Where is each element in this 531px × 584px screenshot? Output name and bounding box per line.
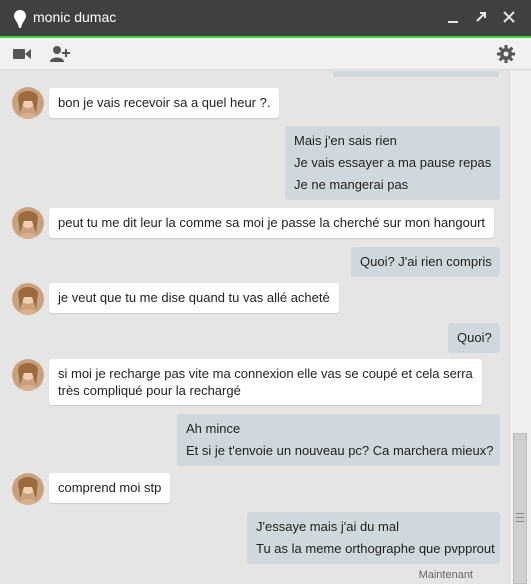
message-text: comprend moi stp	[58, 480, 162, 495]
minimize-icon[interactable]	[444, 8, 462, 26]
scrollbar[interactable]	[509, 71, 531, 584]
gear-icon[interactable]	[495, 44, 517, 64]
message-text: Quoi?	[457, 330, 492, 345]
message-text: Quoi? J'ai rien compris	[360, 254, 492, 269]
message-bubble: si moi je recharge pas vite ma connexion…	[49, 359, 482, 405]
message-bubble: je veut que tu me dise quand tu vas allé…	[49, 283, 339, 313]
avatar[interactable]	[12, 359, 44, 391]
message-text: Je vais essayer a ma pause repas	[294, 155, 492, 170]
message-text: Ah mince	[186, 421, 241, 436]
message-text: si moi je recharge pas vite ma connexion…	[58, 366, 473, 381]
message-timestamp: Maintenant	[418, 569, 473, 581]
message-text: bon je vais recevoir sa a quel heur ?.	[58, 95, 271, 110]
popout-icon[interactable]	[472, 8, 490, 26]
scrollbar-grip	[516, 513, 524, 514]
message-text: Tu as la meme orthographe que pvpprout	[256, 541, 495, 556]
scrollbar-thumb[interactable]	[513, 433, 527, 584]
avatar[interactable]	[12, 87, 44, 119]
message-text: peut tu me dit leur la comme sa moi je p…	[58, 215, 486, 230]
scrollbar-grip	[516, 517, 524, 518]
message-bubble: Mais j'en sais rien Je vais essayer a ma…	[285, 126, 500, 200]
message-text: très compliqué pour la rechargé	[58, 383, 241, 398]
avatar[interactable]	[12, 473, 44, 505]
title-bar: monic dumac	[0, 0, 531, 36]
window-title: monic dumac	[33, 9, 117, 25]
message-bubble: bon je vais recevoir sa a quel heur ?.	[49, 88, 280, 118]
chat-toolbar	[0, 38, 531, 70]
message-text: Et si je t'envoie un nouveau pc? Ca marc…	[186, 443, 494, 458]
close-icon[interactable]	[500, 8, 518, 26]
message-list[interactable]: bon je vais recevoir sa a quel heur ?. M…	[0, 71, 509, 584]
video-camera-icon[interactable]	[11, 44, 33, 64]
add-person-icon[interactable]	[49, 44, 71, 64]
message-bubble: Quoi? J'ai rien compris	[351, 247, 500, 277]
message-bubble: comprend moi stp	[49, 473, 171, 503]
message-text: Mais j'en sais rien	[294, 133, 397, 148]
message-text: je veut que tu me dise quand tu vas allé…	[58, 290, 330, 305]
message-bubble: J'essaye mais j'ai du mal Tu as la meme …	[247, 512, 500, 564]
scrollbar-grip	[516, 521, 524, 522]
avatar[interactable]	[12, 207, 44, 239]
message-bubble: peut tu me dit leur la comme sa moi je p…	[49, 208, 495, 238]
message-bubble: Quoi?	[448, 323, 500, 353]
message-bubble-partial	[333, 71, 499, 77]
message-bubble: Ah mince Et si je t'envoie un nouveau pc…	[177, 414, 500, 466]
message-text: J'essaye mais j'ai du mal	[256, 519, 399, 534]
avatar[interactable]	[12, 283, 44, 315]
location-pin-icon	[14, 10, 26, 28]
message-text: Je ne mangerai pas	[294, 177, 409, 192]
